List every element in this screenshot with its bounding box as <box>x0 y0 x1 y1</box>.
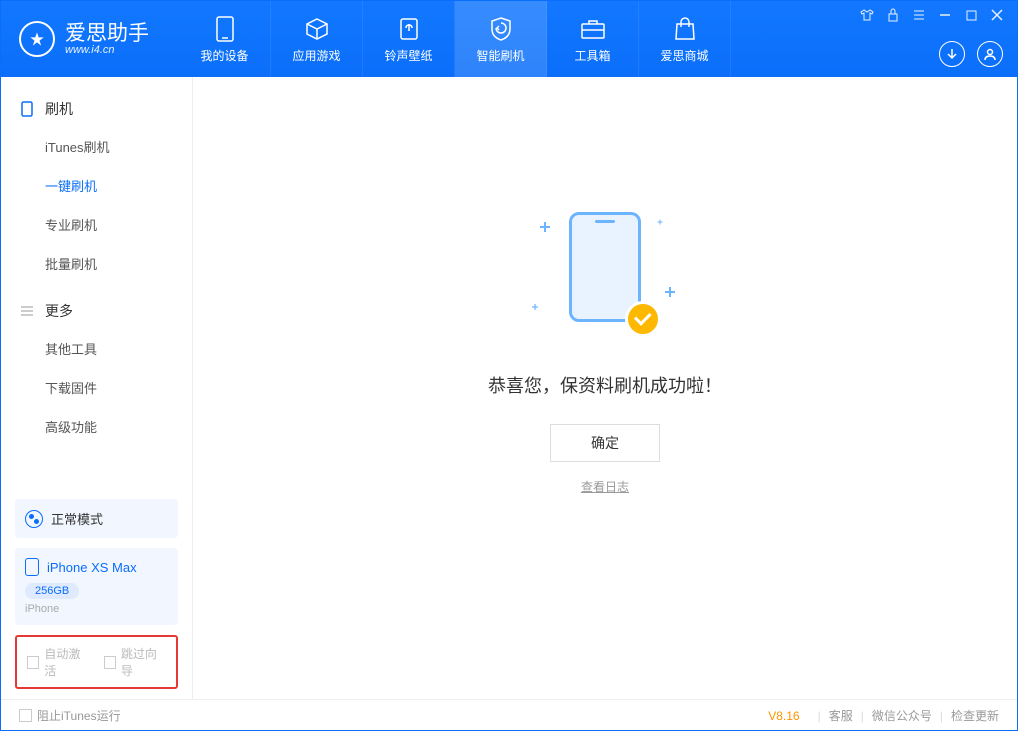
list-icon <box>19 303 35 319</box>
footer-link-update[interactable]: 检查更新 <box>951 707 999 724</box>
minimize-icon[interactable] <box>937 7 953 23</box>
sidebar-item-oneclick-flash[interactable]: 一键刷机 <box>1 166 192 205</box>
device-type: iPhone <box>25 603 168 615</box>
app-title: 爱思助手 <box>65 23 149 44</box>
mode-icon <box>25 510 43 528</box>
tab-apps[interactable]: 应用游戏 <box>271 1 363 77</box>
sidebar-item-advanced[interactable]: 高级功能 <box>1 407 192 446</box>
footer-link-support[interactable]: 客服 <box>829 707 853 724</box>
success-message: 恭喜您，保资料刷机成功啦！ <box>488 372 722 398</box>
tab-ringtones[interactable]: 铃声壁纸 <box>363 1 455 77</box>
window-controls <box>847 1 1017 29</box>
sidebar-item-itunes-flash[interactable]: iTunes刷机 <box>1 127 192 166</box>
download-icon[interactable] <box>939 41 965 67</box>
tab-my-device[interactable]: 我的设备 <box>179 1 271 77</box>
shirt-icon[interactable] <box>859 7 875 23</box>
checkbox-auto-activate[interactable]: 自动激活 <box>27 645 90 679</box>
phone-icon <box>19 101 35 117</box>
view-log-link[interactable]: 查看日志 <box>581 478 629 495</box>
shield-icon <box>487 15 515 43</box>
check-badge-icon <box>625 301 661 337</box>
sidebar-item-pro-flash[interactable]: 专业刷机 <box>1 205 192 244</box>
nav-tabs: 我的设备 应用游戏 铃声壁纸 智能刷机 工具箱 爱思商城 <box>179 1 731 77</box>
toolbox-icon <box>579 15 607 43</box>
version-label: V8.16 <box>768 709 799 723</box>
device-mode-card[interactable]: 正常模式 <box>15 499 178 538</box>
tab-toolbox[interactable]: 工具箱 <box>547 1 639 77</box>
device-icon <box>211 15 239 43</box>
app-logo: 爱思助手 www.i4.cn <box>19 21 149 57</box>
bag-icon <box>671 15 699 43</box>
app-subtitle: www.i4.cn <box>65 44 149 56</box>
lock-icon[interactable] <box>885 7 901 23</box>
account-controls <box>939 41 1003 67</box>
device-capacity: 256GB <box>25 583 79 599</box>
device-name: iPhone XS Max <box>47 560 137 575</box>
user-icon[interactable] <box>977 41 1003 67</box>
logo-icon <box>19 21 55 57</box>
ok-button[interactable]: 确定 <box>550 424 660 462</box>
options-highlight: 自动激活 跳过向导 <box>15 635 178 689</box>
sidebar-item-download-firmware[interactable]: 下载固件 <box>1 368 192 407</box>
menu-icon[interactable] <box>911 7 927 23</box>
app-header: 爱思助手 www.i4.cn 我的设备 应用游戏 铃声壁纸 智能刷机 工具箱 爱… <box>1 1 1017 77</box>
sidebar-item-batch-flash[interactable]: 批量刷机 <box>1 244 192 283</box>
music-icon <box>395 15 423 43</box>
maximize-icon[interactable] <box>963 7 979 23</box>
checkbox-skip-wizard[interactable]: 跳过向导 <box>104 645 167 679</box>
device-card[interactable]: iPhone XS Max 256GB iPhone <box>15 548 178 625</box>
cube-icon <box>303 15 331 43</box>
status-bar: 阻止iTunes运行 V8.16| 客服| 微信公众号| 检查更新 <box>1 699 1017 731</box>
checkbox-block-itunes[interactable]: 阻止iTunes运行 <box>19 707 121 724</box>
device-phone-icon <box>25 558 39 576</box>
sidebar-section-more: 更多 <box>1 293 192 329</box>
tab-flash[interactable]: 智能刷机 <box>455 1 547 77</box>
success-illustration <box>525 202 685 342</box>
sidebar: 刷机 iTunes刷机 一键刷机 专业刷机 批量刷机 更多 其他工具 下载固件 … <box>1 77 193 699</box>
sidebar-section-flash: 刷机 <box>1 91 192 127</box>
tab-store[interactable]: 爱思商城 <box>639 1 731 77</box>
footer-link-wechat[interactable]: 微信公众号 <box>872 707 932 724</box>
main-content: 恭喜您，保资料刷机成功啦！ 确定 查看日志 <box>193 77 1017 699</box>
sidebar-item-other-tools[interactable]: 其他工具 <box>1 329 192 368</box>
close-icon[interactable] <box>989 7 1005 23</box>
